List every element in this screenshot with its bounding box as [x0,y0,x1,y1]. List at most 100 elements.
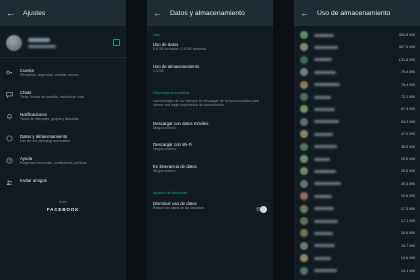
settings-menu-item[interactable]: Ayuda Preguntas frecuentes, contáctanos, … [0,152,126,174]
uso-de-datos-row[interactable]: Uso de datos 6.6 GB enviados • 2.6 GB re… [153,42,267,51]
avatar [300,43,308,52]
storage-size: 131.8 MB [398,57,415,62]
uso-almacenamiento-row[interactable]: Uso de almacenamiento 1.5 GB [153,64,267,73]
settings-menu-item[interactable]: Invitar amigos [0,174,126,196]
section-header-llamadas: Ajustes de llamadas [153,191,187,195]
avatar [300,142,308,151]
chat-name-blurred [314,95,331,99]
back-arrow-icon[interactable]: ← [6,8,15,18]
profile-row[interactable] [0,28,126,58]
storage-size: 17.3 MB [400,206,415,211]
menu-item-text: Notificaciones Tonos de mensajes, grupos … [20,112,79,121]
settings-topbar: ← Ajustes [0,0,126,26]
avatar [300,167,308,176]
chat-name-blurred [314,207,334,211]
storage-size: 367.5 MB [398,45,415,50]
menu-item-sub: Preguntas frecuentes, contáctanos, polít… [20,161,87,165]
avatar [300,55,308,64]
storage-chat-row[interactable]: 20.3 MB [300,178,415,190]
menu-item-text: Cuenta Privacidad, seguridad, cambiar núm… [20,68,79,77]
storage-size: 16.6 MB [400,231,415,236]
storage-size: 47.0 MB [400,132,415,137]
chat-name-blurred [314,231,333,235]
storage-usage-topbar: ← Uso de almacenamiento [294,0,420,26]
data-storage-title: Datos y almacenamiento [170,9,245,17]
back-arrow-icon[interactable]: ← [300,8,309,18]
storage-chat-row[interactable]: 67.5 MB [300,103,415,115]
menu-item-sub: Tonos de mensajes, grupos y llamadas [20,117,79,121]
storage-chat-row[interactable]: 78.4 MB [300,79,415,91]
storage-size: 78.4 MB [400,82,415,87]
storage-chat-row[interactable]: 25.5 MB [300,153,415,165]
chat-name-blurred [314,269,337,273]
uso-de-datos-sub: 6.6 GB enviados • 2.6 GB recibidos [153,47,207,52]
storage-chat-row[interactable]: 72.1 MB [300,91,415,103]
storage-size: 20.3 MB [400,181,415,186]
storage-chat-row[interactable]: 19.8 MB [300,190,415,202]
settings-menu-item[interactable]: Notificaciones Tonos de mensajes, grupos … [0,108,126,130]
chat-name-blurred [314,256,331,260]
settings-menu-item[interactable]: Datos y almacenamiento Uso de red, descar… [0,130,126,152]
avatar [300,130,308,139]
disminuir-uso-row[interactable]: Disminuir uso de datos Reduce los datos … [153,201,251,210]
avatar [300,117,308,126]
itinerancia-sub: Ningún archivo [153,169,176,174]
menu-item-label: Invitar amigos [20,178,47,183]
chat-name-blurred [314,182,341,186]
settings-menu-item[interactable]: Chats Tema, fondos de pantalla, historial… [0,86,126,108]
storage-chat-row[interactable]: 384.8 MB [300,29,415,41]
storage-chat-row[interactable]: 17.1 MB [300,215,415,227]
from-label: from [59,200,67,204]
people-icon [6,179,13,186]
chat-name-blurred [314,58,332,62]
storage-chat-row[interactable]: 54.2 MB [300,116,415,128]
storage-size: 384.8 MB [398,33,415,37]
storage-chat-row[interactable]: 25.5 MB [300,165,415,177]
storage-size: 79.4 MB [400,70,415,75]
storage-size: 14.6 MB [400,256,415,261]
menu-item-text: Chats Tema, fondos de pantalla, historial… [20,90,84,99]
chat-name-blurred [314,83,340,87]
profile-status-blurred [28,44,56,48]
chat-name-blurred [314,33,334,37]
settings-menu-item[interactable]: Cuenta Privacidad, seguridad, cambiar núm… [0,64,126,86]
storage-chat-row[interactable]: 15.7 MB [300,240,415,252]
storage-chat-row[interactable]: 16.6 MB [300,227,415,239]
chat-name-blurred [314,194,332,198]
descarga-description: Los mensajes de voz siempre se descargan… [153,99,259,108]
qr-code-icon[interactable] [113,39,120,46]
back-arrow-icon[interactable]: ← [153,8,162,18]
storage-chat-row[interactable]: 47.0 MB [300,128,415,140]
storage-chat-row[interactable]: 14.1 MB [300,265,415,277]
storage-chat-row[interactable]: 131.8 MB [300,54,415,66]
avatar [300,155,308,163]
avatar [300,192,308,201]
storage-chat-row[interactable]: 79.4 MB [300,66,415,78]
itinerancia-row[interactable]: En itinerancia de datos Ningún archivo [153,164,267,173]
storage-chat-row[interactable]: 17.3 MB [300,203,415,215]
avatar [300,266,308,275]
storage-size: 15.7 MB [400,243,415,248]
disminuir-uso-toggle[interactable] [256,205,267,213]
avatar [300,204,308,213]
avatar [300,93,308,101]
descargar-datos-moviles-sub: Ningún archivo [153,126,176,131]
menu-item-sub: Uso de red, descarga automática [20,139,70,143]
data-storage-topbar: ← Datos y almacenamiento [147,0,273,26]
menu-item-text: Ayuda Preguntas frecuentes, contáctanos, … [20,156,87,165]
storage-chat-row[interactable]: 35.6 MB [300,141,415,153]
descargar-wifi-sub: Ningún archivo [153,147,176,152]
bell-icon [6,113,13,120]
avatar [300,105,308,114]
storage-chat-row[interactable]: 14.6 MB [300,252,415,264]
descargar-datos-moviles-row[interactable]: Descargar con datos móviles Ningún archi… [153,121,267,130]
key-icon [6,69,13,76]
storage-size: 72.1 MB [400,95,415,99]
data-circle-icon [6,135,13,142]
descargar-wifi-row[interactable]: Descargar con Wi-Fi Ningún archivo [153,142,267,151]
chat-icon [6,91,13,98]
data-storage-screen: ← Datos y almacenamiento Uso Uso de dato… [147,0,273,280]
storage-chat-row[interactable]: 367.5 MB [300,41,415,53]
storage-size: 17.1 MB [400,219,415,223]
avatar[interactable] [6,34,22,51]
